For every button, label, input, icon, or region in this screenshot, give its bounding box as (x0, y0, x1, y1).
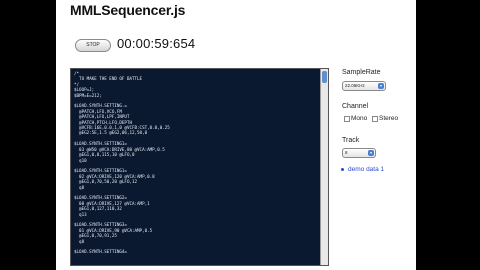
track-label: Track (342, 137, 360, 144)
mml-editor[interactable]: /* TO MAKE THE END OF BATTLE */$LOOP=J; $B… (70, 68, 329, 266)
mml-code[interactable]: /* TO MAKE THE END OF BATTLE */$LOOP=J; $B… (74, 71, 314, 263)
time-display: 00:00:59:654 (117, 36, 196, 51)
mono-label: Mono (351, 115, 368, 122)
track-value: 8 (345, 150, 348, 155)
channel-label: Channel (342, 103, 369, 110)
track-select[interactable]: 8 ▾ (342, 148, 376, 158)
stereo-radio[interactable] (372, 115, 378, 122)
channel-mono-option[interactable]: Mono (344, 115, 367, 122)
app-title: MMLSequencer.js (70, 2, 186, 18)
sample-rate-label: SampleRate (342, 69, 381, 76)
chevron-down-icon: ▾ (378, 83, 384, 89)
demo-data-link[interactable]: demo data 1 (348, 166, 384, 173)
code-line: $LOAD.SYNTH.SETTING4= (74, 249, 127, 255)
channel-stereo-option[interactable]: Stereo (372, 115, 398, 122)
scrollbar-thumb[interactable] (322, 71, 327, 83)
stop-button[interactable]: STOP (75, 39, 111, 52)
stereo-label: Stereo (379, 115, 399, 122)
editor-scrollbar[interactable] (320, 69, 328, 265)
list-bullet (341, 168, 344, 171)
app-page: MMLSequencer.js STOP 00:00:59:654 /* TO … (56, 0, 416, 270)
mono-radio[interactable] (344, 115, 350, 122)
sample-rate-select[interactable]: 22.05KHz ▾ (342, 81, 386, 91)
sample-rate-value: 22.05KHz (345, 83, 365, 88)
chevron-down-icon: ▾ (368, 150, 374, 156)
